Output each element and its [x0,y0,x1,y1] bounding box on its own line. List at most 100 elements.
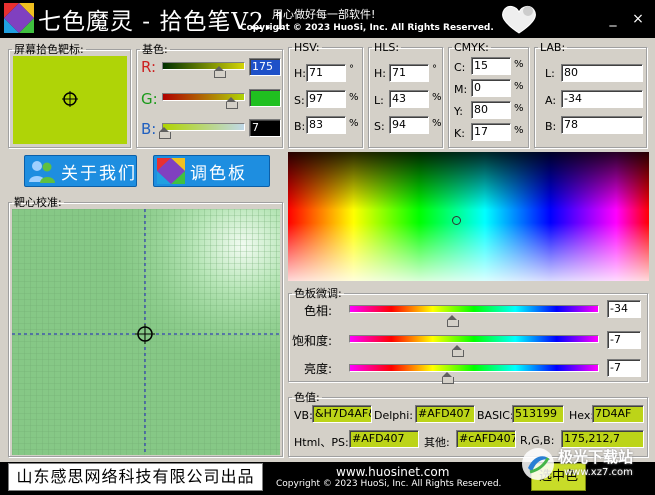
delphi-field[interactable]: #AFD407 [415,405,475,423]
hls-l-label: L: [374,94,384,107]
basic-field[interactable]: 513199 [512,405,564,423]
palette-label: 调色板 [190,164,247,184]
hsv-v-label: B: [294,120,306,133]
r-slider-track[interactable] [162,62,245,70]
cmyk-m-label: M: [454,83,468,96]
brightness-slider-thumb[interactable] [441,372,454,384]
heart-icon [502,5,536,34]
b-slider-track[interactable] [162,123,245,131]
g-slider-thumb[interactable] [225,97,238,109]
close-button[interactable]: × [628,9,648,29]
hsv-s-field[interactable]: 97 [306,90,346,108]
lab-legend: LAB: [540,41,566,54]
watermark-text: 极光下载站 [558,448,634,466]
hls-h-field[interactable]: 71 [389,64,429,82]
saturation-slider-thumb[interactable] [451,345,464,357]
hue-slider-track[interactable] [349,305,599,313]
website-link[interactable]: www.huosinet.com [336,465,449,479]
hsv-legend: HSV: [294,41,320,54]
hls-l-field[interactable]: 43 [389,90,429,108]
company-name: 山东感思网络科技有限公司出品 [8,463,263,491]
other-field[interactable]: #cAFD407 [456,430,516,448]
basic-label: BASIC: [477,409,514,422]
hsv-s-label: S: [294,94,305,107]
saturation-slider-track[interactable] [349,335,599,343]
vb-field[interactable]: &H7D4AF& [312,405,372,423]
crosshair-target-icon[interactable] [61,90,79,108]
hsv-s-unit: % [349,92,359,103]
vb-label: VB: [294,409,313,422]
color-spectrum[interactable] [288,152,649,281]
cmyk-k-unit: % [514,125,524,136]
b-value-field[interactable]: 7 [249,119,281,137]
values-legend: 色值: [294,391,320,404]
hsv-h-label: H: [294,67,306,80]
brightness-field[interactable]: -7 [607,359,641,377]
users-icon [29,161,55,183]
lab-b-label: B: [545,120,557,133]
hls-s-field[interactable]: 94 [389,116,429,134]
hue-slider-thumb[interactable] [446,315,459,327]
cmyk-y-unit: % [514,103,524,114]
hsv-v-unit: % [349,118,359,129]
lab-b-field[interactable]: 78 [561,116,643,134]
delphi-label: Delphi: [374,409,414,422]
saturation-field[interactable]: -7 [607,331,641,349]
r-slider-thumb[interactable] [213,66,226,78]
hls-legend: HLS: [374,41,400,54]
about-us-button[interactable]: 关于我们 [24,155,137,187]
g-value-field[interactable]: 212 [249,89,281,107]
base-color-legend: 基色: [142,43,168,56]
b-label: B: [141,120,157,138]
html-ps-field[interactable]: #AFD407 [349,430,419,448]
palette-button[interactable]: 调色板 [153,155,270,187]
app-logo-icon [4,3,34,33]
cmyk-k-field[interactable]: 17 [471,123,511,141]
hls-h-label: H: [374,67,386,80]
lab-a-label: A: [545,94,557,107]
magnifier-legend: 靶心校准: [14,196,62,209]
brightness-label: 亮度: [304,362,333,376]
hls-l-unit: % [432,92,442,103]
cmyk-m-unit: % [514,81,524,92]
hsv-v-field[interactable]: 83 [306,116,346,134]
spectrum-shade [288,152,649,281]
hls-s-label: S: [374,120,385,133]
slogan: 用心做好每一部软件! [272,8,376,21]
spectrum-picker[interactable] [452,216,461,225]
b-slider-thumb[interactable] [159,127,172,139]
magnifier-view[interactable] [12,209,280,455]
copyright-bottom: Copyright © 2023 HuoSi, Inc. All Rights … [276,479,502,489]
minimize-button[interactable]: _ [603,9,623,29]
lab-a-field[interactable]: -34 [561,90,643,108]
hue-field[interactable]: -34 [607,300,641,318]
saturation-label: 饱和度: [292,334,333,348]
hue-label: 色相: [304,304,333,318]
html-ps-label: Html、PS: [294,436,349,449]
other-label: 其他: [424,436,450,449]
watermark-logo-icon [522,448,554,480]
hsv-h-field[interactable]: 71 [306,64,346,82]
hex-field[interactable]: 7D4AF [592,405,644,423]
palette-icon [157,158,185,184]
cmyk-y-label: Y: [454,105,463,118]
hsv-h-unit: ° [349,64,354,75]
brightness-slider-track[interactable] [349,364,599,372]
watermark-url: www.xz7.com [564,467,633,478]
r-value-field[interactable]: 175 [249,58,281,76]
lab-l-label: L: [545,67,555,80]
cmyk-legend: CMYK: [454,41,489,54]
hls-h-unit: ° [432,64,437,75]
cmyk-c-unit: % [514,59,524,70]
about-us-label: 关于我们 [61,164,137,184]
hls-s-unit: % [432,118,442,129]
watermark: 极光下载站 www.xz7.com [520,440,650,490]
cmyk-c-label: C: [454,61,466,74]
cmyk-k-label: K: [454,127,465,140]
cmyk-c-field[interactable]: 15 [471,57,511,75]
lab-l-field[interactable]: 80 [561,64,643,82]
g-label: G: [141,90,158,108]
cmyk-m-field[interactable]: 0 [471,79,511,97]
hex-label: Hex: [569,409,595,422]
cmyk-y-field[interactable]: 80 [471,101,511,119]
